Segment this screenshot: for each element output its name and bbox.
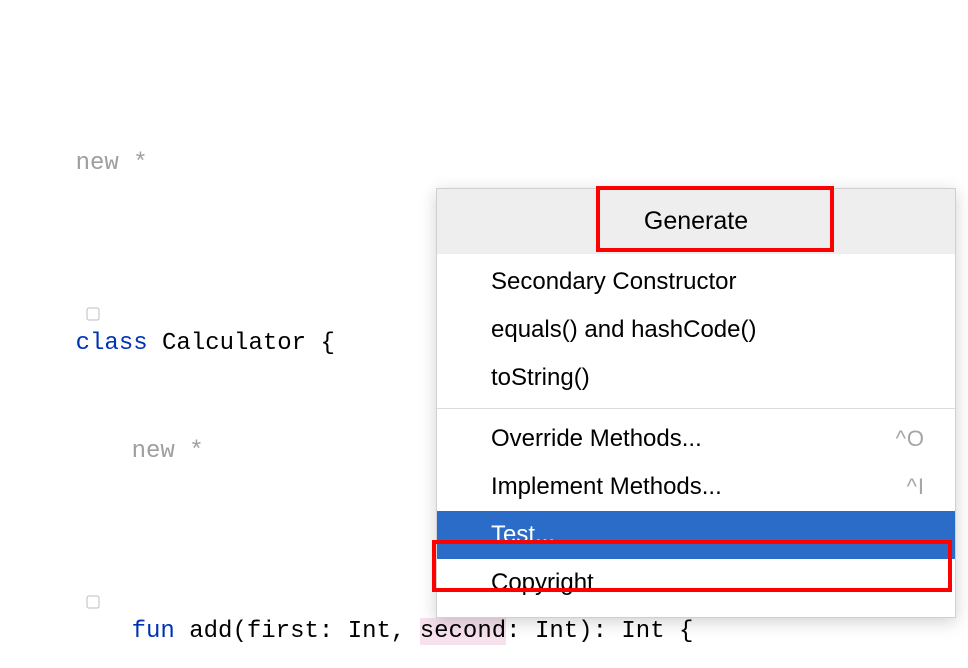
popup-item-shortcut: ^O: [896, 426, 925, 452]
fun-name: add: [189, 618, 232, 645]
param1-type: Int: [348, 618, 391, 645]
popup-item-implement-methods[interactable]: Implement Methods... ^I: [437, 463, 955, 511]
popup-title: Generate: [437, 189, 955, 254]
popup-item-shortcut: ^I: [907, 474, 925, 500]
popup-item-label: Secondary Constructor: [491, 268, 736, 296]
popup-item-equals-hashcode[interactable]: equals() and hashCode(): [437, 306, 955, 354]
gutter-icon-class: [0, 262, 14, 276]
ret-type: Int: [621, 618, 664, 645]
popup-body: Secondary Constructor equals() and hashC…: [437, 254, 955, 617]
popup-item-label: Copyright: [491, 569, 594, 597]
rparen: ): [578, 618, 592, 645]
keyword-class: class: [76, 330, 148, 357]
ret-colon: :: [593, 618, 622, 645]
keyword-fun: fun: [132, 618, 175, 645]
popup-item-label: Test...: [491, 521, 555, 549]
popup-item-label: equals() and hashCode(): [491, 316, 757, 344]
colon1: :: [319, 618, 348, 645]
popup-item-copyright[interactable]: Copyright: [437, 559, 955, 607]
brace-open: {: [306, 330, 335, 357]
fun-brace-open: {: [665, 618, 694, 645]
comma: ,: [391, 618, 420, 645]
lparen: (: [232, 618, 246, 645]
popup-item-label: Implement Methods...: [491, 473, 722, 501]
param2-type: Int: [535, 618, 578, 645]
popup-item-label: toString(): [491, 364, 590, 392]
popup-item-tostring[interactable]: toString(): [437, 354, 955, 402]
param1-name: first: [247, 618, 319, 645]
inlay-hint-class: new *: [76, 150, 148, 177]
popup-divider: [437, 408, 955, 409]
gutter-icon-fun: [0, 550, 14, 564]
param2-name: second: [420, 618, 506, 645]
colon2: :: [506, 618, 535, 645]
inlay-hint-fun: new *: [132, 438, 204, 465]
popup-item-override-methods[interactable]: Override Methods... ^O: [437, 415, 955, 463]
popup-item-test[interactable]: Test...: [437, 511, 955, 559]
generate-popup: Generate Secondary Constructor equals() …: [436, 188, 956, 618]
popup-item-label: Override Methods...: [491, 425, 702, 453]
popup-item-secondary-constructor[interactable]: Secondary Constructor: [437, 258, 955, 306]
class-name: Calculator: [162, 330, 306, 357]
